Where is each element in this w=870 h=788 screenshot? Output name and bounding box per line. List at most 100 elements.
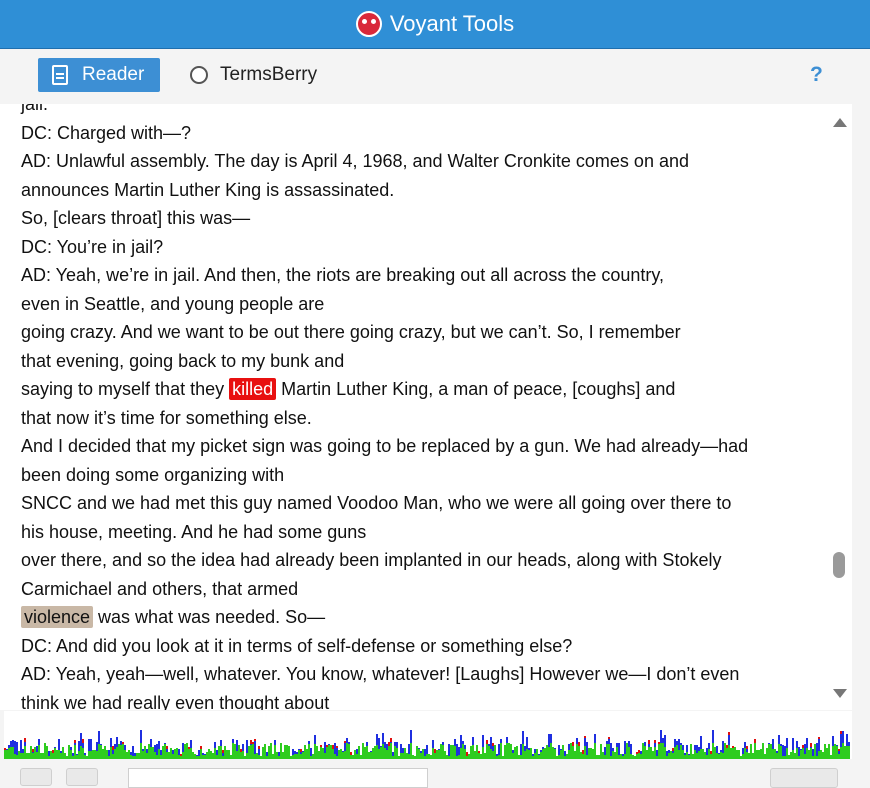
search-input[interactable] xyxy=(128,768,428,788)
strip-segment-red xyxy=(818,737,820,739)
reader-line: that evening, going back to my bunk and xyxy=(21,347,821,376)
reader-text-segment: Martin Luther King, a man of peace, [cou… xyxy=(276,379,676,399)
corpus-overview-strip[interactable] xyxy=(4,711,852,759)
strip-segment-blue xyxy=(84,753,86,755)
strip-segment-blue xyxy=(70,747,72,750)
strip-segment-blue xyxy=(426,745,428,754)
reader-line: So, [clears throat] this was— xyxy=(21,204,821,233)
reader-text-segment: over there, and so the idea had already … xyxy=(21,550,722,570)
strip-segment-red xyxy=(728,732,730,735)
strip-segment-blue xyxy=(274,740,276,745)
reader-panel[interactable]: jail. DC: Charged with—? AD: Unlawful asse… xyxy=(0,104,852,710)
triangle-up-icon[interactable] xyxy=(833,118,847,127)
strip-segment-blue xyxy=(158,741,160,749)
reader-line: that now it’s time for something else. xyxy=(21,404,821,433)
strip-segment-blue xyxy=(810,747,812,748)
document-icon xyxy=(52,65,68,85)
options-button[interactable] xyxy=(770,768,838,788)
strip-segment-blue xyxy=(38,739,40,745)
reader-line: AD: Yeah, yeah—well, whatever. You know,… xyxy=(21,660,821,689)
highlighted-term-killed[interactable]: killed xyxy=(229,378,277,400)
reader-text-segment: DC: And did you look at it in terms of s… xyxy=(21,635,573,656)
strip-segment-red xyxy=(82,739,84,743)
strip-segment-red xyxy=(200,746,202,749)
strip-segment-blue xyxy=(100,744,102,745)
reader-text-segment: was what was needed. So— xyxy=(93,607,326,627)
strip-segment-blue xyxy=(746,749,748,752)
reader-line: DC: And did you look at it in terms of s… xyxy=(21,632,821,661)
strip-segment-red xyxy=(584,736,586,738)
strip-segment-blue xyxy=(164,743,166,744)
strip-segment-blue xyxy=(214,742,216,748)
strip-segment-blue xyxy=(654,743,656,747)
tab-termsberry[interactable]: TermsBerry xyxy=(190,58,317,92)
reader-line: DC: You’re in jail? xyxy=(21,233,821,262)
reader-line: Carmichael and others, that armed xyxy=(21,575,821,604)
strip-segment-red xyxy=(166,746,168,749)
strip-segment-green xyxy=(848,746,850,759)
help-button[interactable]: ? xyxy=(810,63,823,87)
reader-text-segment: SNCC and we had met this guy named Voodo… xyxy=(21,493,732,513)
reader-line: going crazy. And we want to be out there… xyxy=(21,318,821,347)
highlighted-term-violence[interactable]: violence xyxy=(21,606,94,628)
strip-segment-blue xyxy=(786,738,788,748)
reader-text-segment: jail. xyxy=(21,104,49,114)
reader-line: SNCC and we had met this guy named Voodo… xyxy=(21,489,821,518)
triangle-down-icon[interactable] xyxy=(833,689,847,698)
strip-segment-blue xyxy=(348,742,350,744)
reader-line: saying to myself that they killed Martin… xyxy=(21,375,821,404)
strip-segment-blue xyxy=(554,748,556,749)
reader-line: his house, meeting. And he had some guns xyxy=(21,518,821,547)
reader-line: And I decided that my picket sign was go… xyxy=(21,432,821,461)
reader-text-segment: think we had really even thought about xyxy=(21,692,330,711)
reader-text-segment: been doing some organizing with xyxy=(21,464,285,485)
app-title-bar: Voyant Tools xyxy=(0,0,870,49)
reader-text-segment: that evening, going back to my bunk and xyxy=(21,350,345,371)
strip-segment-blue xyxy=(712,730,714,743)
reader-text-segment: DC: You’re in jail? xyxy=(21,236,164,257)
reader-text-segment: even in Seattle, and young people are xyxy=(21,293,325,314)
tab-reader[interactable]: Reader xyxy=(38,58,160,92)
strip-segment-blue xyxy=(482,735,484,747)
strip-segment-blue xyxy=(308,741,310,744)
strip-segment-blue xyxy=(258,749,260,755)
tab-reader-label: Reader xyxy=(82,64,145,85)
strip-segment-blue xyxy=(124,745,126,750)
reader-line: been doing some organizing with xyxy=(21,461,821,490)
strip-segment-blue xyxy=(442,742,444,745)
voyant-logo-icon xyxy=(355,11,382,37)
reader-text-segment: that now it’s time for something else. xyxy=(21,407,312,428)
strip-segment-red xyxy=(746,746,748,749)
strip-segment-blue xyxy=(82,743,84,748)
strip-segment-blue xyxy=(792,738,794,750)
reader-scrollbar[interactable] xyxy=(828,108,850,708)
strip-segment-blue xyxy=(242,744,244,751)
strip-segment-blue xyxy=(472,737,474,745)
radio-icon[interactable] xyxy=(190,66,208,84)
strip-segment-red xyxy=(122,742,124,744)
strip-segment-red xyxy=(390,738,392,742)
strip-segment-blue xyxy=(664,735,666,747)
strip-segment-blue xyxy=(190,740,192,748)
strip-segment-blue xyxy=(462,741,464,744)
reader-text-segment: AD: Yeah, yeah—well, whatever. You know,… xyxy=(21,664,740,684)
reader-text-segment: announces Martin Luther King is assassin… xyxy=(21,179,395,200)
strip-segment-blue xyxy=(390,742,392,743)
strip-segment-blue xyxy=(24,742,26,746)
strip-segment-red xyxy=(74,740,76,743)
strip-segment-blue xyxy=(220,740,222,746)
strip-segment-red xyxy=(572,742,574,746)
reader-text-segment: DC: Charged with—? xyxy=(21,122,192,143)
reader-text-segment: going crazy. And we want to be out there… xyxy=(21,322,681,342)
strip-segment-red xyxy=(320,745,322,747)
next-button[interactable] xyxy=(66,768,98,786)
reader-line: jail. xyxy=(21,104,821,119)
app-title: Voyant Tools xyxy=(389,11,515,36)
strip-segment-red xyxy=(478,751,480,753)
strip-segment-blue xyxy=(806,738,808,748)
strip-segment-blue xyxy=(848,742,850,746)
previous-button[interactable] xyxy=(20,768,52,786)
scroll-thumb[interactable] xyxy=(833,552,845,578)
strip-segment-red xyxy=(654,740,656,743)
strip-segment-blue xyxy=(314,735,316,744)
